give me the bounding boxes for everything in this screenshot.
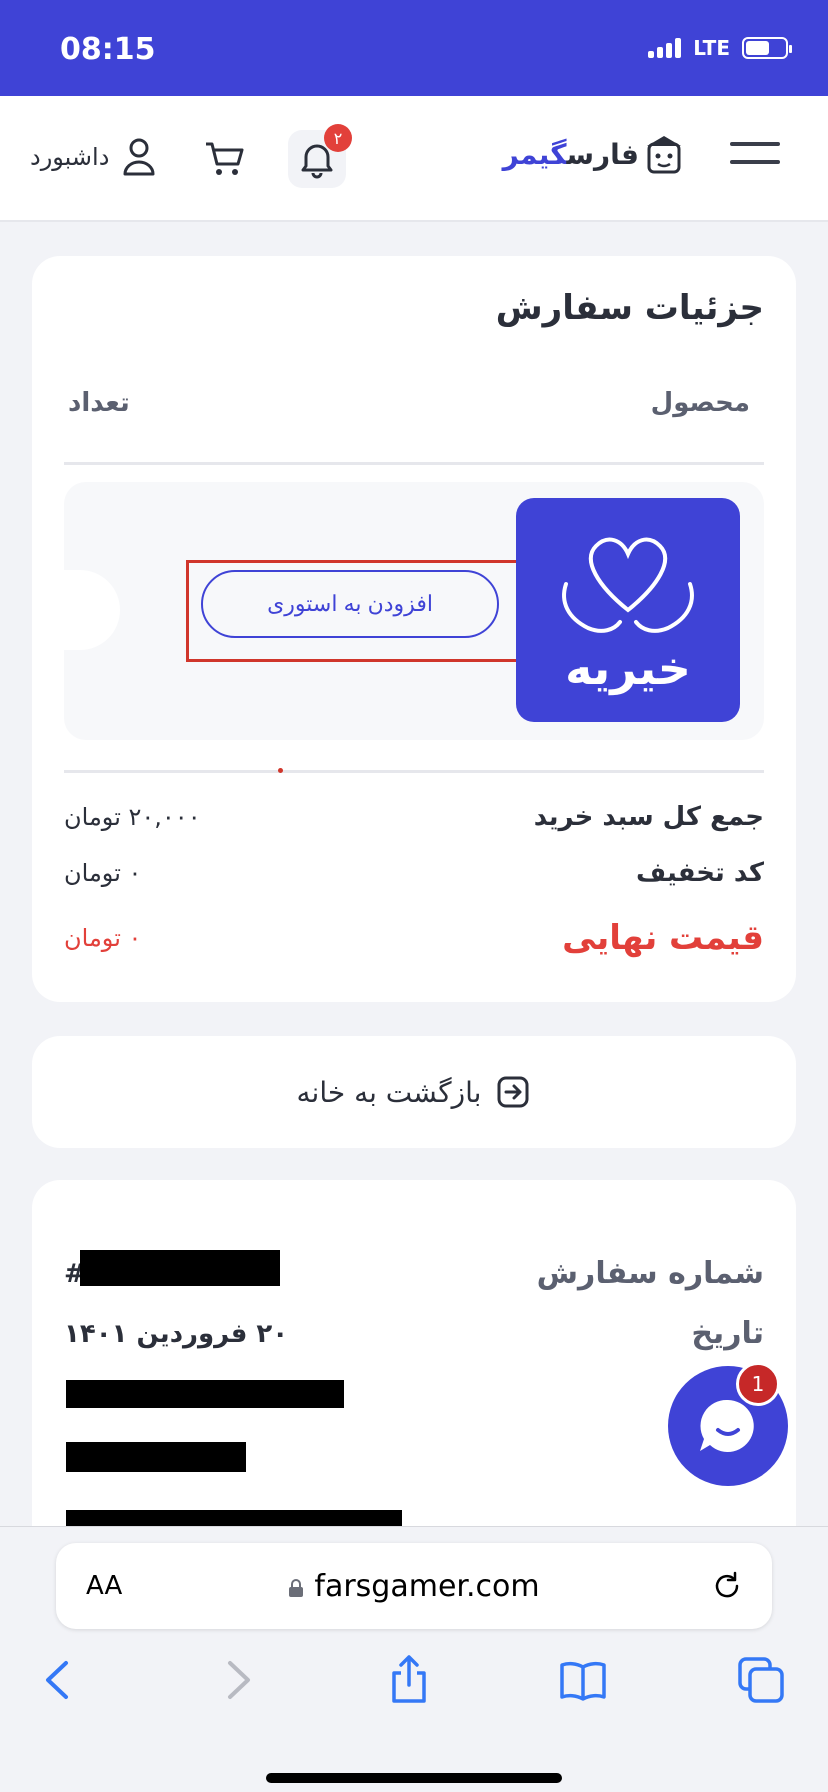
order-date-row: تاریخ ۲۰ فروردین ۱۴۰۱ [64, 1316, 764, 1351]
redaction [66, 1380, 344, 1408]
signal-icon [648, 38, 682, 58]
summary-row-subtotal: جمع کل سبد خرید ۲۰,۰۰۰ تومان [64, 802, 764, 832]
discount-label: کد تخفیف [636, 858, 764, 888]
order-details-title: جزئیات سفارش [495, 288, 764, 328]
final-price-label: قیمت نهایی [562, 918, 764, 958]
home-indicator [266, 1773, 562, 1783]
status-indicators: LTE [648, 36, 792, 60]
redaction [66, 1442, 246, 1472]
charity-hands-icon: خیریه [562, 537, 694, 695]
add-to-story-button[interactable]: افزودن به استوری [201, 570, 499, 638]
final-price-value: ۰ تومان [64, 924, 142, 952]
order-item: افزودن به استوری خیریه [64, 482, 764, 740]
product-image: خیریه [516, 498, 740, 722]
subtotal-label: جمع کل سبد خرید [533, 802, 764, 832]
chat-widget-button[interactable]: 1 [668, 1362, 788, 1486]
dashboard-label: داشبورد [30, 143, 110, 171]
mascot-icon [647, 136, 681, 174]
browser-chrome: AA farsgamer.com [0, 1526, 828, 1792]
battery-icon [742, 37, 792, 59]
back-home-label: بازگشت به خانه [296, 1075, 482, 1109]
column-quantity: تعداد [68, 388, 130, 418]
order-date-label: تاریخ [691, 1316, 764, 1351]
logo-text: فارسگیمر [503, 138, 639, 171]
user-icon [123, 138, 155, 176]
dashboard-link[interactable]: داشبورد [30, 136, 159, 178]
logo-text-part1: فارس [566, 137, 639, 171]
back-icon[interactable] [34, 1655, 84, 1705]
exit-arrow-icon [497, 1076, 529, 1108]
product-image-text: خیریه [565, 641, 691, 695]
url-text: farsgamer.com [314, 1569, 540, 1604]
divider [64, 462, 764, 465]
cart-icon[interactable] [202, 136, 246, 180]
order-number-label: شماره سفارش [536, 1256, 764, 1291]
column-product: محصول [650, 388, 750, 418]
reload-icon[interactable] [710, 1569, 744, 1603]
logo-text-part2: گیمر [502, 137, 567, 171]
discount-value: ۰ تومان [64, 859, 142, 887]
summary-row-discount: کد تخفیف ۰ تومان [64, 858, 764, 888]
tabs-icon[interactable] [736, 1655, 786, 1705]
site-header: فارسگیمر ۲ داشبورد [0, 96, 828, 222]
share-icon[interactable] [384, 1655, 434, 1705]
url-display[interactable]: farsgamer.com [56, 1569, 772, 1604]
divider [64, 770, 764, 773]
back-home-button[interactable]: بازگشت به خانه [32, 1036, 796, 1148]
notification-badge: ۲ [324, 124, 352, 152]
network-type: LTE [693, 36, 730, 60]
address-bar[interactable]: AA farsgamer.com [56, 1543, 772, 1629]
subtotal-value: ۲۰,۰۰۰ تومان [64, 803, 201, 831]
status-time: 08:15 [60, 32, 156, 67]
order-details-card: جزئیات سفارش محصول تعداد افزودن به استور… [32, 256, 796, 1002]
order-date-value: ۲۰ فروردین ۱۴۰۱ [64, 1318, 289, 1349]
marker-dot [278, 768, 283, 773]
bookmarks-icon[interactable] [558, 1655, 608, 1705]
chat-unread-badge: 1 [736, 1362, 780, 1406]
redaction [80, 1250, 280, 1286]
browser-toolbar [0, 1655, 828, 1715]
notifications-button[interactable]: ۲ [288, 124, 352, 188]
site-logo[interactable]: فارسگیمر [503, 134, 683, 174]
lock-icon [289, 1578, 304, 1597]
summary-row-final: قیمت نهایی ۰ تومان [64, 918, 764, 958]
status-bar: 08:15 LTE [0, 0, 828, 96]
quantity-control [64, 570, 120, 650]
forward-icon[interactable] [212, 1655, 262, 1705]
hamburger-menu-icon[interactable] [730, 142, 780, 168]
